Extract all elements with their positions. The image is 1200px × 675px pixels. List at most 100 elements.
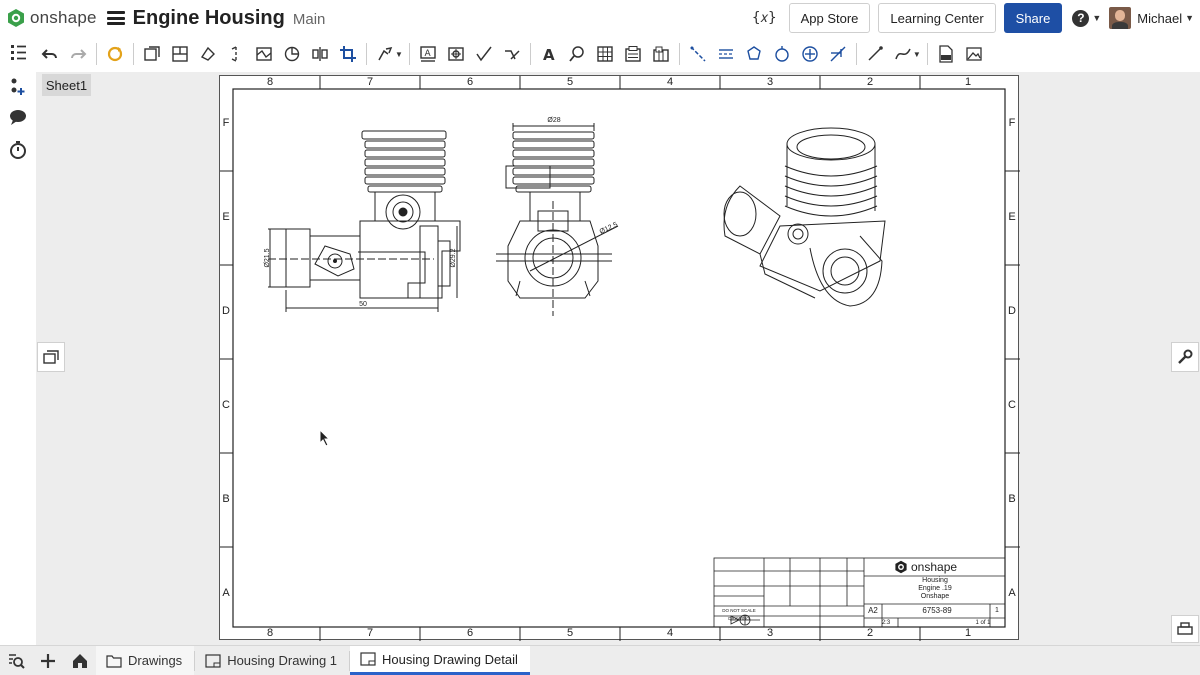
projected-view-button[interactable]: [166, 40, 194, 68]
learning-center-button[interactable]: Learning Center: [878, 3, 996, 33]
text-button[interactable]: A: [535, 40, 563, 68]
surface-finish-button[interactable]: [470, 40, 498, 68]
svg-text:A: A: [543, 46, 555, 63]
insert-view-button[interactable]: [138, 40, 166, 68]
dimension-text[interactable]: Ø28: [538, 117, 570, 125]
centerline-icon: [690, 46, 706, 62]
history-button[interactable]: [7, 139, 29, 161]
datum-button[interactable]: [442, 40, 470, 68]
insert-view-icon: [144, 46, 160, 61]
chevron-down-icon[interactable]: ▼: [913, 50, 921, 59]
app-store-button[interactable]: App Store: [788, 3, 871, 33]
user-menu[interactable]: Michael ▼: [1109, 7, 1194, 29]
comments-button[interactable]: [7, 106, 29, 128]
column-label: 5: [566, 627, 574, 639]
properties-panel-button[interactable]: [1171, 342, 1199, 372]
help-icon: ?: [1072, 9, 1090, 27]
feature-list-button[interactable]: [7, 41, 29, 63]
broken-view-button[interactable]: [250, 40, 278, 68]
comment-icon: [10, 110, 26, 125]
tab-drawings-folder[interactable]: Drawings: [96, 646, 195, 675]
crop-icon: [340, 46, 356, 62]
row-label: F: [222, 117, 230, 129]
detail-view-button[interactable]: [278, 40, 306, 68]
row-label: F: [1008, 117, 1016, 129]
title-block-company: onshape: [911, 560, 958, 574]
title-block-logo: onshape: [894, 560, 957, 574]
column-label: 3: [766, 76, 774, 88]
centerline-between-button[interactable]: [712, 40, 740, 68]
mate-list-button[interactable]: [7, 76, 29, 98]
sheet-frame: [220, 76, 1020, 641]
tab-housing-drawing-1[interactable]: Housing Drawing 1: [195, 646, 349, 675]
undo-button[interactable]: [36, 40, 64, 68]
view-cube-button[interactable]: [1171, 615, 1199, 643]
branch-name[interactable]: Main: [293, 11, 326, 28]
centerline-button[interactable]: [684, 40, 712, 68]
front-view: [268, 130, 461, 312]
crosshair-icon: [802, 46, 818, 62]
sheets-panel-button[interactable]: [37, 342, 65, 372]
line-button[interactable]: [861, 40, 889, 68]
update-button[interactable]: [101, 40, 129, 68]
bom-table-button[interactable]: [619, 40, 647, 68]
section-view-button[interactable]: [222, 40, 250, 68]
auxiliary-view-icon: [200, 46, 215, 61]
column-label: 8: [266, 627, 274, 639]
title-block-note: DO NOT SCALE DRAWING: [722, 608, 756, 621]
search-icon: [9, 653, 25, 669]
point-button[interactable]: [796, 40, 824, 68]
column-label: 3: [766, 627, 774, 639]
crop-button[interactable]: [334, 40, 362, 68]
printer-icon: [1177, 622, 1193, 635]
row-label: D: [1008, 305, 1016, 317]
plus-icon: [41, 653, 55, 668]
sheet-tab[interactable]: Sheet1: [42, 74, 91, 96]
crop-view-button[interactable]: [306, 40, 334, 68]
center-mark-icon: [775, 46, 789, 62]
row-label: C: [222, 399, 230, 411]
auxiliary-view-button[interactable]: [194, 40, 222, 68]
dimension-text[interactable]: Ø21.5: [264, 240, 272, 276]
column-label: 5: [566, 76, 574, 88]
tab-label: Housing Drawing 1: [227, 653, 338, 668]
geometric-tolerance-button[interactable]: [824, 40, 852, 68]
column-label: 7: [366, 76, 374, 88]
broken-view-icon: [256, 47, 272, 61]
column-label: 6: [466, 76, 474, 88]
document-title[interactable]: Engine Housing: [133, 7, 285, 30]
column-label: 4: [666, 627, 674, 639]
title-block-scale: 2:3: [881, 620, 891, 626]
tab-label: Drawings: [128, 653, 183, 668]
weld-symbol-button[interactable]: [498, 40, 526, 68]
center-mark-button[interactable]: [768, 40, 796, 68]
drawing-sheet[interactable]: 8 7 6 5 4 3 2 1 8 7 6 5 4 3 2 1 F E D C …: [219, 75, 1020, 641]
redo-button[interactable]: [64, 40, 92, 68]
table-button[interactable]: [591, 40, 619, 68]
dimension-text[interactable]: 50: [350, 301, 376, 309]
dimension-text[interactable]: Ø29.2: [450, 240, 458, 276]
share-button[interactable]: Share: [1003, 3, 1063, 33]
callout-button[interactable]: [563, 40, 591, 68]
variables-button[interactable]: {𝑥}: [752, 10, 777, 26]
home-icon: [73, 653, 87, 668]
bom-icon: [625, 46, 641, 62]
tab-housing-drawing-detail[interactable]: Housing Drawing Detail: [350, 646, 530, 675]
row-label: B: [1008, 493, 1016, 505]
table-icon: [597, 46, 613, 62]
row-label: C: [1008, 399, 1016, 411]
home-button[interactable]: [64, 647, 96, 675]
chevron-down-icon[interactable]: ▼: [395, 50, 403, 59]
export-image-button[interactable]: [960, 40, 988, 68]
bolt-circle-button[interactable]: [740, 40, 768, 68]
search-tabs-button[interactable]: [0, 647, 32, 675]
note-button[interactable]: A: [414, 40, 442, 68]
help-menu[interactable]: ? ▼: [1072, 9, 1101, 27]
title-block-title3: Onshape: [920, 593, 950, 600]
add-tab-button[interactable]: [32, 647, 64, 675]
column-label: 2: [866, 76, 874, 88]
brand[interactable]: onshape: [6, 8, 97, 28]
menu-icon[interactable]: [106, 11, 125, 25]
export-dxf-button[interactable]: [932, 40, 960, 68]
hole-table-button[interactable]: [647, 40, 675, 68]
